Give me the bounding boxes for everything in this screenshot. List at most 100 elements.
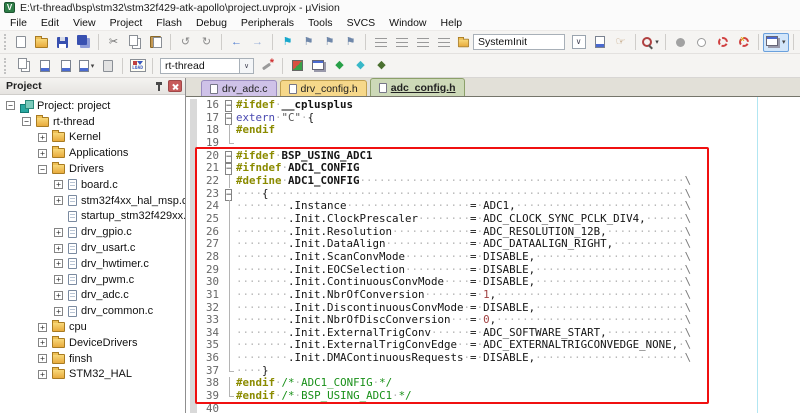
breakpoint-margin[interactable] <box>190 162 197 175</box>
tree-item-devicedrivers[interactable]: +DeviceDrivers <box>0 335 185 351</box>
navigate-back-button[interactable]: ← <box>226 33 247 52</box>
breakpoint-margin[interactable] <box>190 302 197 315</box>
breakpoint-margin[interactable] <box>190 124 197 137</box>
manage-rte-button[interactable]: ◆ <box>329 56 350 75</box>
tree-item-startup-stm32f429xx-s[interactable]: startup_stm32f429xx.s <box>0 209 185 225</box>
toggle-bookmark-button[interactable]: ⚑ <box>277 33 298 52</box>
toolbar-grip[interactable] <box>4 58 9 74</box>
chevron-down-icon[interactable]: ▾ <box>782 38 786 46</box>
find-in-files-button[interactable]: ▾ <box>640 33 661 52</box>
menu-window[interactable]: Window <box>382 15 433 30</box>
breakpoint-margin[interactable] <box>190 339 197 352</box>
rebuild-all-button[interactable] <box>55 56 76 75</box>
code-editor[interactable]: 16−#ifdef·__cplusplus17−extern·"C"·{18#e… <box>186 97 800 413</box>
pack-installer-button[interactable]: ◆ <box>371 56 392 75</box>
target-select-value[interactable]: rt-thread <box>160 58 240 74</box>
tree-item-drv-gpio-c[interactable]: +drv_gpio.c <box>0 224 185 240</box>
expand-toggle[interactable]: + <box>38 354 47 363</box>
expand-toggle[interactable]: + <box>54 307 63 316</box>
function-navigate-combo[interactable]: SystemInit <box>457 34 565 50</box>
expand-toggle[interactable]: + <box>38 370 47 379</box>
breakpoint-margin[interactable] <box>190 403 197 413</box>
breakpoint-margin[interactable] <box>190 314 197 327</box>
breakpoint-margin[interactable] <box>190 238 197 251</box>
kill-all-breakpoints-button[interactable] <box>733 33 754 52</box>
copy-button[interactable] <box>124 33 145 52</box>
prev-bookmark-button[interactable]: ⚑ <box>298 33 319 52</box>
stop-build-button[interactable] <box>97 56 118 75</box>
enable-breakpoint-button[interactable] <box>691 33 712 52</box>
expand-toggle[interactable]: + <box>54 196 63 205</box>
insert-breakpoint-button[interactable] <box>670 33 691 52</box>
breakpoint-margin[interactable] <box>190 226 197 239</box>
expand-toggle[interactable]: + <box>38 323 47 332</box>
menu-file[interactable]: File <box>3 15 34 30</box>
redo-button[interactable]: ↻ <box>196 33 217 52</box>
menu-debug[interactable]: Debug <box>189 15 234 30</box>
disable-all-breakpoints-button[interactable] <box>712 33 733 52</box>
breakpoint-margin[interactable] <box>190 365 197 378</box>
expand-toggle[interactable]: + <box>38 338 47 347</box>
tree-item-cpu[interactable]: +cpu <box>0 319 185 335</box>
navigate-forward-button[interactable]: → <box>247 33 268 52</box>
indent-button[interactable] <box>391 33 412 52</box>
tree-item-kernel[interactable]: +Kernel <box>0 130 185 146</box>
tree-item-drv-hwtimer-c[interactable]: +drv_hwtimer.c <box>0 256 185 272</box>
menu-tools[interactable]: Tools <box>301 15 340 30</box>
breakpoint-margin[interactable] <box>190 276 197 289</box>
jump-to-reference-button[interactable]: ☞ <box>610 33 631 52</box>
next-bookmark-button[interactable]: ⚑ <box>319 33 340 52</box>
fold-toggle[interactable]: − <box>225 100 232 112</box>
tree-item-rt-thread[interactable]: −rt-thread <box>0 114 185 130</box>
paste-button[interactable] <box>145 33 166 52</box>
comment-button[interactable] <box>412 33 433 52</box>
chevron-down-icon[interactable]: ▾ <box>91 62 95 70</box>
options-for-target-button[interactable] <box>257 56 278 75</box>
tree-item-board-c[interactable]: +board.c <box>0 177 185 193</box>
breakpoint-margin[interactable] <box>190 377 197 390</box>
breakpoint-margin[interactable] <box>190 200 197 213</box>
breakpoint-margin[interactable] <box>190 99 197 112</box>
breakpoint-margin[interactable] <box>190 289 197 302</box>
manage-project-items-button[interactable] <box>287 56 308 75</box>
menu-peripherals[interactable]: Peripherals <box>234 15 301 30</box>
tree-item-applications[interactable]: +Applications <box>0 145 185 161</box>
expand-toggle[interactable]: + <box>38 133 47 142</box>
breakpoint-margin[interactable] <box>190 150 197 163</box>
breakpoint-margin[interactable] <box>190 251 197 264</box>
tree-item-drv-common-c[interactable]: +drv_common.c <box>0 303 185 319</box>
save-button[interactable] <box>52 33 73 52</box>
expand-toggle[interactable]: + <box>54 244 63 253</box>
tree-item-stm32-hal[interactable]: +STM32_HAL <box>0 367 185 383</box>
toolbar-grip[interactable] <box>4 34 6 50</box>
books-windows-button[interactable] <box>308 56 329 75</box>
tree-item-project-project[interactable]: −Project: project <box>0 98 185 114</box>
expand-toggle[interactable]: + <box>54 180 63 189</box>
expand-toggle[interactable]: + <box>38 149 47 158</box>
undo-button[interactable]: ↺ <box>175 33 196 52</box>
tree-item-drv-pwm-c[interactable]: +drv_pwm.c <box>0 272 185 288</box>
fold-toggle[interactable]: − <box>225 151 232 163</box>
chevron-down-icon[interactable]: ∨ <box>240 58 254 74</box>
unindent-button[interactable] <box>370 33 391 52</box>
tree-item-drivers[interactable]: −Drivers <box>0 161 185 177</box>
fold-toggle[interactable]: − <box>225 163 232 175</box>
breakpoint-margin[interactable] <box>190 264 197 277</box>
fold-toggle[interactable]: − <box>225 113 232 125</box>
select-software-packs-button[interactable]: ◆ <box>350 56 371 75</box>
open-file-button[interactable] <box>31 33 52 52</box>
expand-toggle[interactable]: + <box>54 291 63 300</box>
fold-toggle[interactable]: − <box>225 189 232 201</box>
expand-toggle[interactable]: + <box>54 259 63 268</box>
breakpoint-margin[interactable] <box>190 327 197 340</box>
pin-icon[interactable] <box>154 81 164 92</box>
tree-item-drv-adc-c[interactable]: +drv_adc.c <box>0 288 185 304</box>
breakpoint-margin[interactable] <box>190 175 197 188</box>
tab-drv-adc-c[interactable]: drv_adc.c <box>201 80 277 96</box>
batch-build-button[interactable]: ▾ <box>76 56 97 75</box>
menu-help[interactable]: Help <box>434 15 470 30</box>
breakpoint-margin[interactable] <box>190 112 197 125</box>
expand-toggle[interactable]: − <box>6 101 15 110</box>
menu-view[interactable]: View <box>66 15 103 30</box>
debug-windows-button[interactable]: ▾ <box>763 33 789 52</box>
